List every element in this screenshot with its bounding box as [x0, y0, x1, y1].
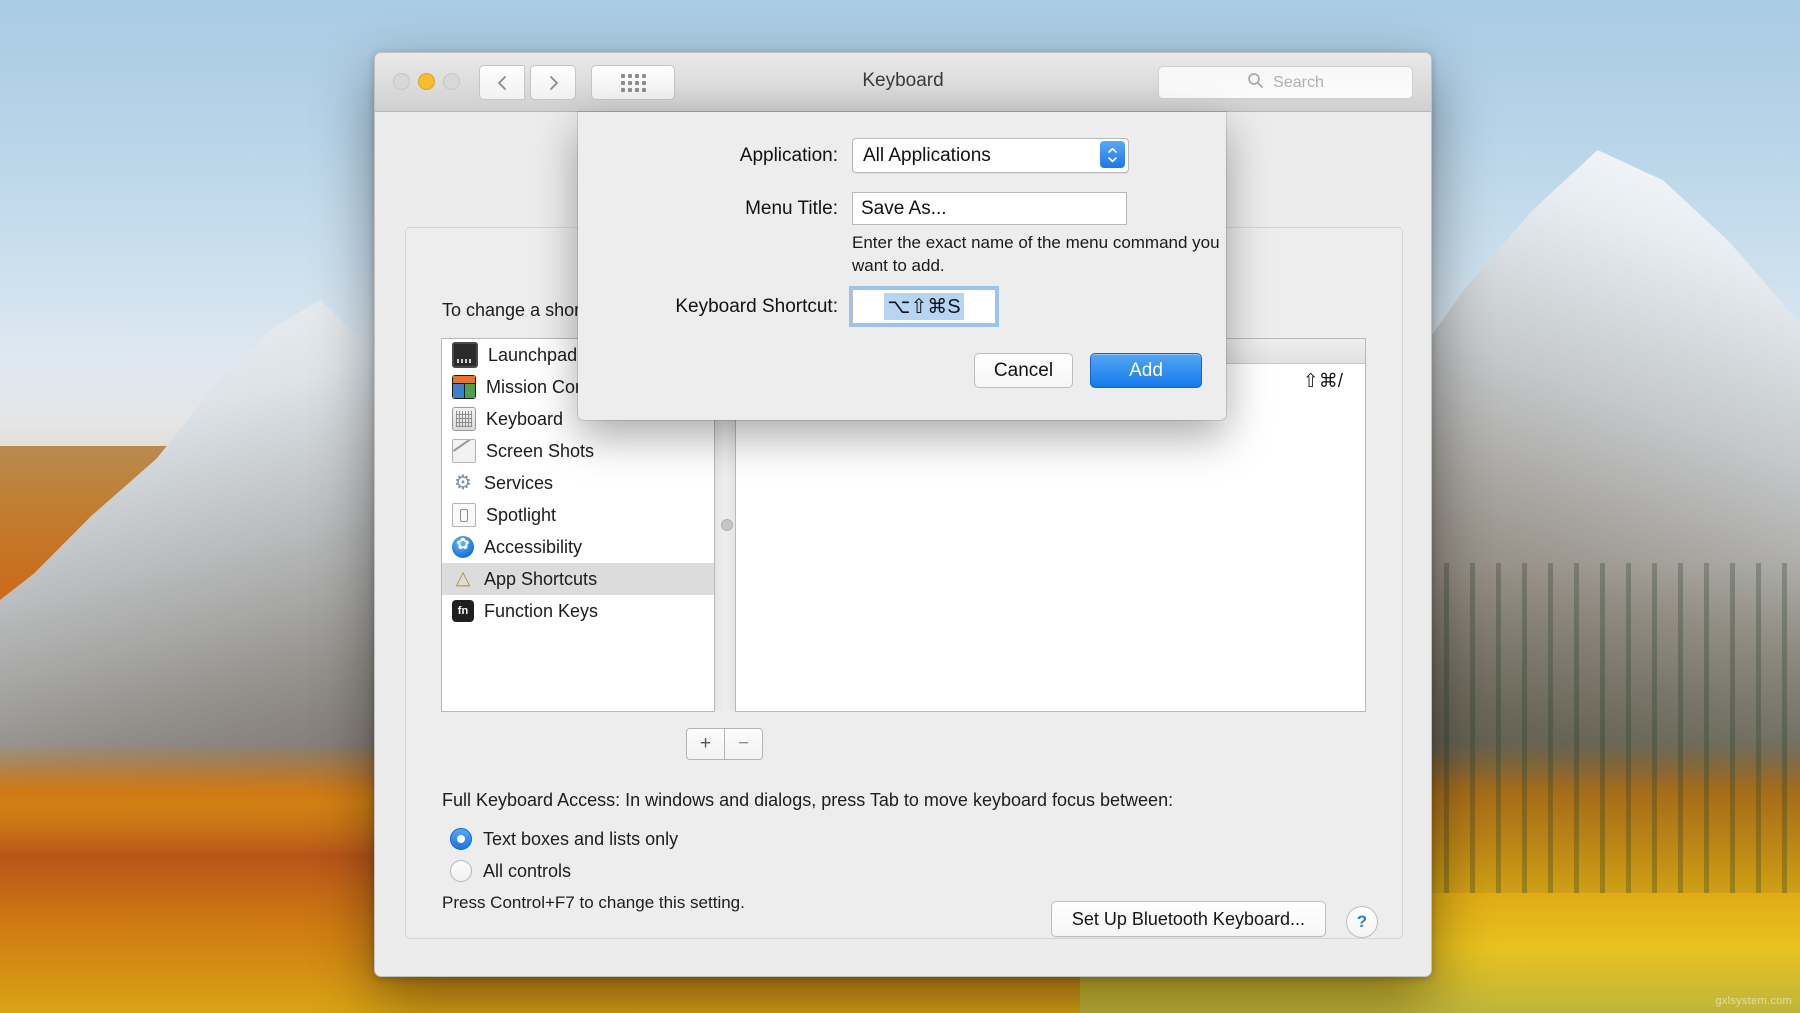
category-item-spotlight[interactable]: Spotlight: [442, 499, 714, 531]
add-remove-button-group: + −: [686, 728, 763, 760]
spotlight-icon: [452, 503, 476, 527]
category-item-services[interactable]: ⚙ Services: [442, 467, 714, 499]
category-label: Services: [484, 473, 553, 494]
radio-button-selected[interactable]: [450, 828, 472, 850]
watermark-text: gxlsystem.com: [1715, 995, 1792, 1007]
accessibility-icon: [452, 536, 474, 558]
search-placeholder: Search: [1273, 74, 1324, 92]
category-item-accessibility[interactable]: Accessibility: [442, 531, 714, 563]
search-input[interactable]: Search: [1158, 66, 1413, 99]
keyboard-shortcut-input[interactable]: ⌥⇧⌘S: [852, 289, 996, 324]
category-label: Spotlight: [486, 505, 556, 526]
app-shortcuts-icon: △: [452, 568, 474, 590]
keyboard-shortcut-label: Keyboard Shortcut:: [578, 296, 838, 318]
services-gear-icon: ⚙: [452, 472, 474, 494]
add-shortcut-button[interactable]: +: [686, 728, 725, 760]
radio-text-boxes-and-lists[interactable]: Text boxes and lists only: [450, 828, 678, 850]
split-handle-knob: [721, 519, 733, 531]
radio-label: Text boxes and lists only: [483, 829, 678, 850]
menu-title-hint: Enter the exact name of the menu command…: [852, 232, 1252, 278]
sheet-button-group: Cancel Add: [974, 353, 1202, 388]
screenshot-icon: [452, 439, 476, 463]
popup-stepper-icon[interactable]: [1100, 141, 1125, 168]
mission-control-icon: [452, 375, 476, 399]
add-shortcut-sheet: Application: All Applications Menu Title…: [578, 112, 1226, 420]
add-button[interactable]: Add: [1090, 353, 1202, 388]
window-titlebar: Keyboard Search: [375, 53, 1431, 112]
menu-title-label: Menu Title:: [578, 198, 838, 220]
category-item-screen-shots[interactable]: Screen Shots: [442, 435, 714, 467]
radio-button-unselected[interactable]: [450, 860, 472, 882]
keyboard-shortcut-row: Keyboard Shortcut: ⌥⇧⌘S: [578, 289, 1226, 324]
menu-title-value: Save As...: [853, 198, 947, 220]
cancel-button[interactable]: Cancel: [974, 353, 1073, 388]
control-f7-note: Press Control+F7 to change this setting.: [442, 893, 745, 913]
category-item-app-shortcuts[interactable]: △ App Shortcuts: [442, 563, 714, 595]
shortcut-key-combo: ⇧⌘/: [1303, 370, 1343, 393]
radio-label: All controls: [483, 861, 571, 882]
keyboard-shortcut-value: ⌥⇧⌘S: [884, 293, 963, 320]
category-label: Function Keys: [484, 601, 598, 622]
full-keyboard-access-label: Full Keyboard Access: In windows and dia…: [442, 790, 1173, 811]
category-item-function-keys[interactable]: fn Function Keys: [442, 595, 714, 627]
menu-title-row: Menu Title: Save As...: [578, 192, 1226, 225]
application-row: Application: All Applications: [578, 138, 1226, 173]
function-keys-icon: fn: [452, 600, 474, 622]
keyboard-icon: [452, 407, 476, 431]
application-label: Application:: [578, 145, 838, 167]
set-up-bluetooth-keyboard-button[interactable]: Set Up Bluetooth Keyboard...: [1051, 901, 1326, 937]
launchpad-icon: [452, 342, 478, 368]
remove-shortcut-button[interactable]: −: [725, 728, 763, 760]
application-selected-value: All Applications: [853, 145, 991, 167]
search-icon: [1247, 72, 1264, 94]
application-popup-button[interactable]: All Applications: [852, 138, 1129, 173]
menu-title-input[interactable]: Save As...: [852, 192, 1127, 225]
category-label: App Shortcuts: [484, 569, 597, 590]
radio-all-controls[interactable]: All controls: [450, 860, 571, 882]
help-button[interactable]: ?: [1346, 906, 1378, 938]
category-label: Accessibility: [484, 537, 582, 558]
category-label: Keyboard: [486, 409, 563, 430]
category-label: Screen Shots: [486, 441, 594, 462]
